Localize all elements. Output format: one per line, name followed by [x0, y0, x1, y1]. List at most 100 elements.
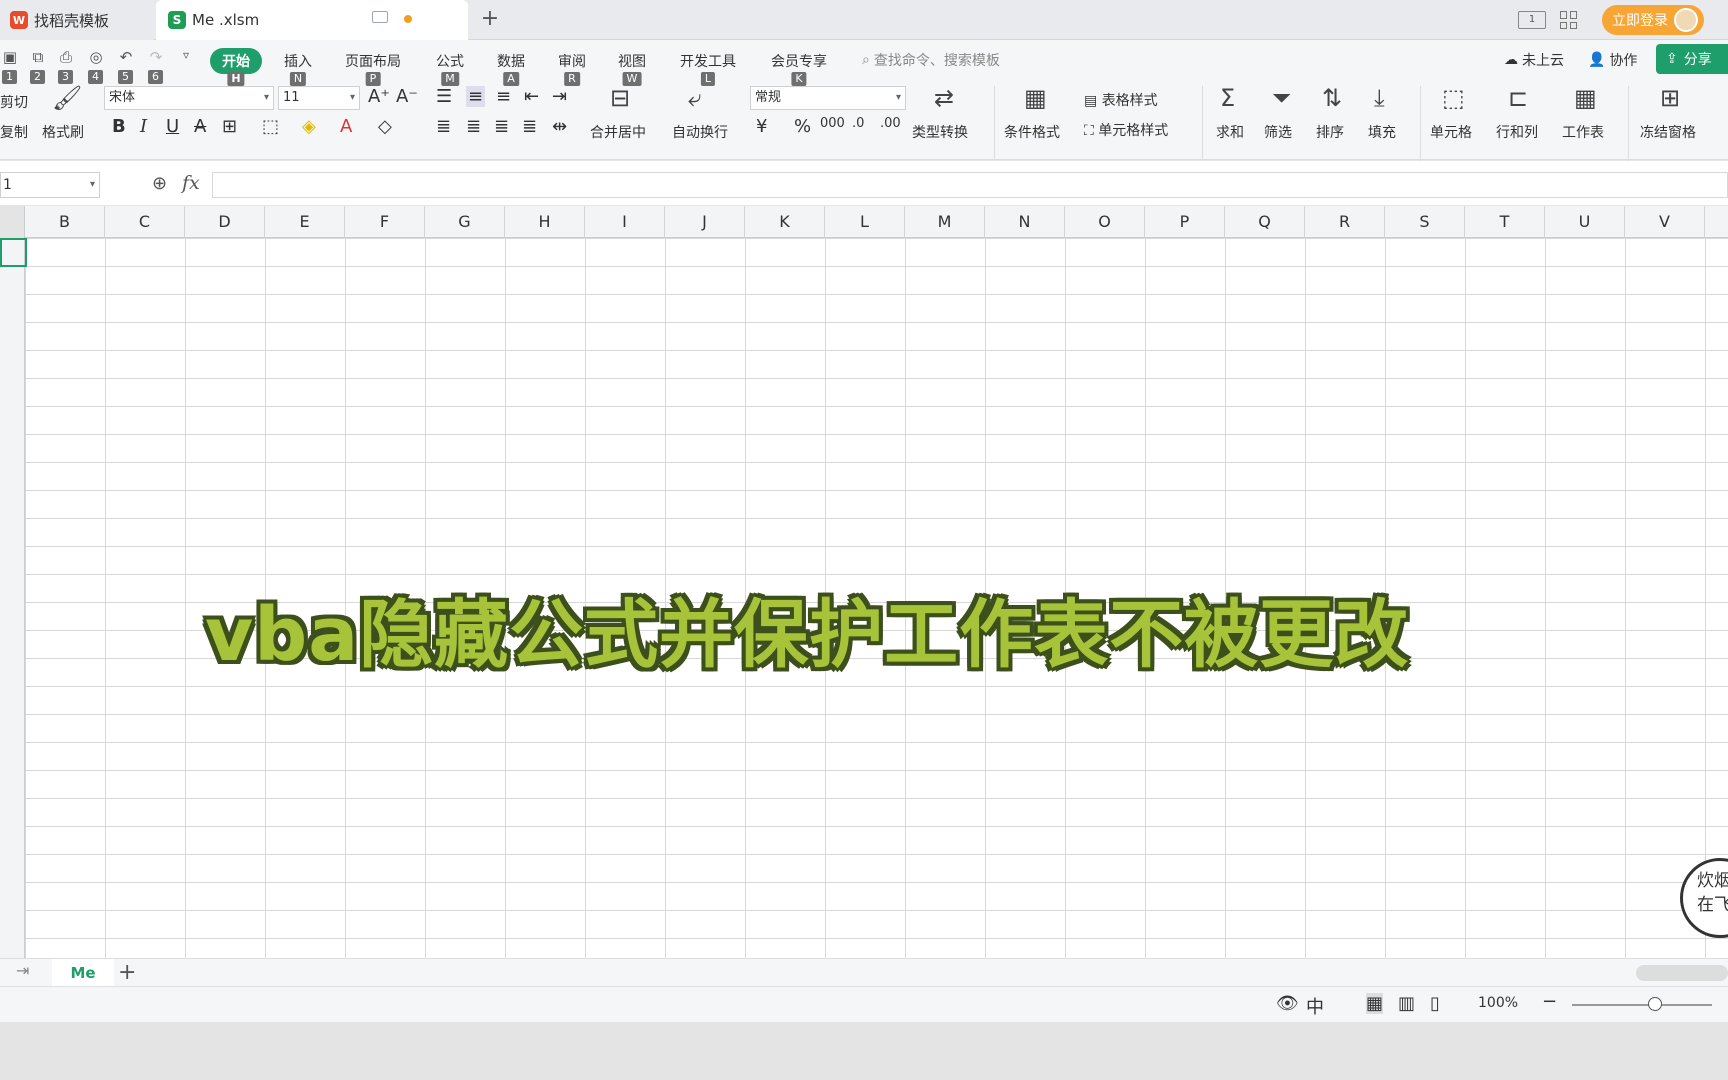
fill-color-icon[interactable]: ◈: [302, 116, 316, 137]
cloud-status[interactable]: ☁ 未上云: [1504, 50, 1564, 70]
format-painter-label[interactable]: 格式刷: [42, 122, 84, 142]
type-convert-icon[interactable]: ⇄: [934, 84, 954, 112]
worksheet-label[interactable]: 工作表: [1562, 122, 1604, 142]
cell-icon[interactable]: ⬚: [1442, 84, 1465, 112]
cut-button[interactable]: 剪切: [0, 92, 28, 112]
wrap-text-label[interactable]: 自动换行: [672, 122, 728, 142]
strikethrough-icon[interactable]: A: [194, 116, 206, 137]
page-break-view-icon[interactable]: ▥: [1398, 993, 1415, 1014]
column-header[interactable]: H: [505, 206, 585, 238]
merge-center-icon[interactable]: ⊟: [610, 84, 630, 112]
sheet-tab-me[interactable]: Me: [52, 959, 114, 987]
align-bottom-icon[interactable]: ≡: [496, 86, 511, 107]
eye-protection-icon[interactable]: 👁: [1276, 993, 1299, 1014]
bold-icon[interactable]: B: [112, 116, 126, 137]
column-header[interactable]: O: [1065, 206, 1145, 238]
column-header[interactable]: D: [185, 206, 265, 238]
column-header[interactable]: E: [265, 206, 345, 238]
freeze-panes-icon[interactable]: ⊞: [1660, 84, 1680, 112]
zoom-slider[interactable]: [1572, 1004, 1712, 1006]
column-header[interactable]: F: [345, 206, 425, 238]
print-preview-icon[interactable]: ◎ 4: [86, 48, 106, 84]
column-header[interactable]: C: [105, 206, 185, 238]
wrap-text-icon[interactable]: ⤶: [688, 84, 701, 112]
format-painter-icon[interactable]: 🖌: [52, 84, 82, 112]
column-header[interactable]: S: [1385, 206, 1465, 238]
align-left-icon[interactable]: ≣: [436, 116, 451, 137]
tab-review[interactable]: 审阅 R: [558, 48, 586, 86]
indent-icon[interactable]: ⇥: [552, 86, 567, 107]
font-size-select[interactable]: 11: [278, 86, 360, 110]
split-view-icon[interactable]: 1: [1518, 11, 1546, 29]
tab-start[interactable]: 开始 H: [210, 48, 262, 86]
sum-label[interactable]: 求和: [1216, 122, 1244, 142]
normal-view-icon[interactable]: ▦: [1366, 993, 1384, 1014]
column-header[interactable]: N: [985, 206, 1065, 238]
redo-icon[interactable]: ↷ 6: [146, 48, 166, 84]
underline-icon[interactable]: U: [166, 116, 179, 137]
tab-template[interactable]: W 找稻壳模板: [0, 0, 154, 40]
name-box[interactable]: 1: [0, 172, 100, 198]
login-button[interactable]: 立即登录: [1602, 5, 1704, 35]
column-header[interactable]: J: [665, 206, 745, 238]
insert-function-icon[interactable]: fx: [182, 172, 200, 194]
align-top-icon[interactable]: ☰: [436, 86, 452, 107]
save-icon[interactable]: ▣ 1: [0, 48, 20, 84]
sort-icon[interactable]: ⇅: [1322, 84, 1342, 112]
fill-icon[interactable]: ⤓: [1374, 84, 1385, 112]
apps-grid-icon[interactable]: [1560, 11, 1578, 29]
tab-page-layout[interactable]: 页面布局 P: [345, 48, 401, 86]
fill-label[interactable]: 填充: [1368, 122, 1396, 142]
number-format-select[interactable]: 常规: [750, 86, 906, 110]
type-convert-label[interactable]: 类型转换: [912, 122, 968, 142]
chinese-input-icon[interactable]: 中: [1306, 993, 1324, 1019]
column-header[interactable]: U: [1545, 206, 1625, 238]
column-header[interactable]: M: [905, 206, 985, 238]
new-tab-button[interactable]: +: [478, 6, 502, 31]
filter-icon[interactable]: ⏷: [1272, 84, 1291, 112]
tab-workbook[interactable]: S Me .xlsm: [156, 0, 468, 40]
tab-formula[interactable]: 公式 M: [436, 48, 464, 86]
table-style-button[interactable]: ▤ 表格样式: [1084, 90, 1158, 110]
filter-label[interactable]: 筛选: [1264, 122, 1292, 142]
font-family-select[interactable]: 宋体: [104, 86, 274, 110]
column-header[interactable]: G: [425, 206, 505, 238]
increase-font-icon[interactable]: A⁺: [368, 86, 390, 107]
zoom-out-icon[interactable]: −: [1542, 991, 1557, 1012]
cell-label[interactable]: 单元格: [1430, 122, 1472, 142]
tab-insert[interactable]: 插入 N: [284, 48, 312, 86]
align-right-icon[interactable]: ≣: [494, 116, 509, 137]
column-header[interactable]: K: [745, 206, 825, 238]
border-icon[interactable]: ⊞: [222, 116, 237, 137]
zoom-level[interactable]: 100%: [1478, 995, 1518, 1011]
zoom-formula-icon[interactable]: ⊕: [152, 173, 167, 194]
share-button[interactable]: ⇪ 分享: [1656, 44, 1728, 74]
cell-style-button[interactable]: ⛶ 单元格样式: [1084, 120, 1168, 140]
column-header[interactable]: V: [1625, 206, 1705, 238]
column-header[interactable]: P: [1145, 206, 1225, 238]
monitor-icon[interactable]: [372, 11, 388, 23]
font-color-icon[interactable]: A: [340, 116, 352, 137]
reading-view-icon[interactable]: ▯: [1430, 993, 1440, 1014]
column-header[interactable]: B: [25, 206, 105, 238]
increase-decimal-icon[interactable]: .0: [852, 116, 864, 131]
align-center-icon[interactable]: ≣: [466, 116, 481, 137]
conditional-format-label[interactable]: 条件格式: [1004, 122, 1060, 142]
selected-cell[interactable]: [0, 238, 27, 267]
percent-icon[interactable]: %: [794, 116, 811, 137]
command-search[interactable]: ⌕ 查找命令、搜索模板: [862, 50, 1000, 70]
customize-toolbar-icon[interactable]: ▿: [176, 48, 196, 68]
merge-center-label[interactable]: 合并居中: [590, 122, 646, 142]
undo-icon[interactable]: ↶ 5: [116, 48, 136, 84]
italic-icon[interactable]: I: [140, 116, 147, 137]
fill-pattern-icon[interactable]: ⬚: [262, 116, 279, 137]
horizontal-scrollbar[interactable]: [1636, 965, 1728, 981]
copy-button[interactable]: 复制: [0, 122, 28, 142]
rowcol-label[interactable]: 行和列: [1496, 122, 1538, 142]
tab-view[interactable]: 视图 W: [618, 48, 646, 86]
column-header[interactable]: T: [1465, 206, 1545, 238]
column-header[interactable]: Q: [1225, 206, 1305, 238]
thousands-icon[interactable]: 000: [820, 116, 845, 131]
align-middle-icon[interactable]: ≡: [466, 86, 486, 107]
formula-input[interactable]: [212, 172, 1728, 198]
